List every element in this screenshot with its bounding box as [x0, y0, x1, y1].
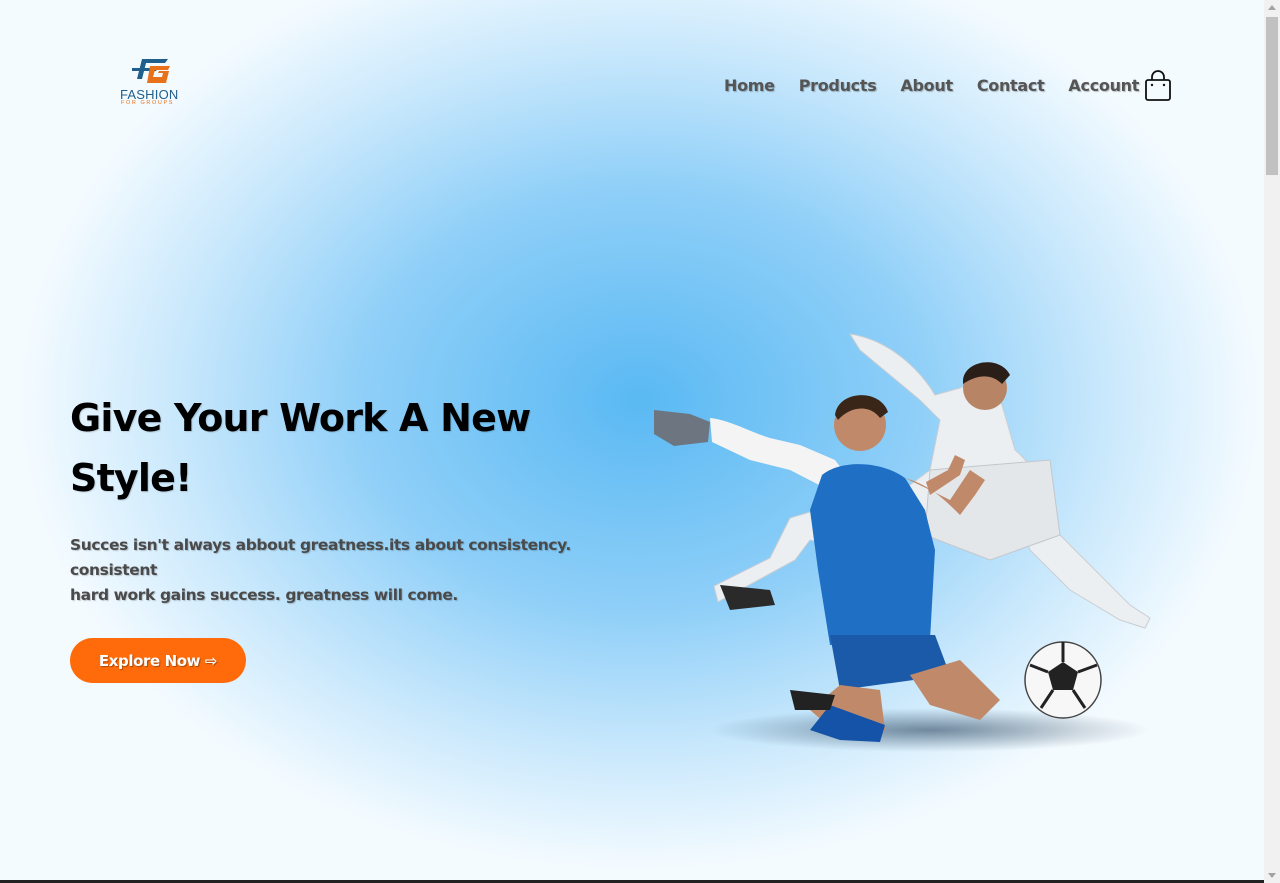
nav-link-contact[interactable]: Contact: [977, 76, 1045, 95]
scroll-up-arrow-icon[interactable]: [1268, 5, 1276, 10]
hero-description: Succes isn't always abbout greatness.its…: [70, 533, 590, 608]
hero-text-line: hard work gains success. greatness will …: [70, 586, 458, 604]
brand-tagline: FOR GROUPS: [121, 100, 174, 106]
logo-mark-icon: [132, 59, 170, 83]
hero-text-line: consistent: [70, 561, 158, 579]
explore-now-button[interactable]: Explore Now ⇨: [70, 638, 246, 683]
hero-text-line: Succes isn't always abbout greatness.its…: [70, 536, 571, 554]
page: FASHION FOR GROUPS Home Products About C…: [0, 0, 1264, 883]
scroll-down-arrow-icon[interactable]: [1268, 873, 1276, 878]
brand-logo[interactable]: FASHION FOR GROUPS: [118, 57, 190, 109]
scrollbar-thumb[interactable]: [1266, 17, 1278, 175]
nav-link-products[interactable]: Products: [799, 76, 877, 95]
nav-link-account[interactable]: Account: [1068, 76, 1139, 95]
soccer-players-image: [654, 333, 1151, 752]
main-nav: Home Products About Contact Account: [724, 76, 1139, 95]
hero-title: Give Your Work A New Style!: [70, 396, 531, 500]
shopping-bag-icon[interactable]: [1144, 70, 1172, 102]
nav-link-home[interactable]: Home: [724, 76, 775, 95]
vertical-scrollbar[interactable]: [1264, 0, 1280, 883]
nav-link-about[interactable]: About: [900, 76, 953, 95]
